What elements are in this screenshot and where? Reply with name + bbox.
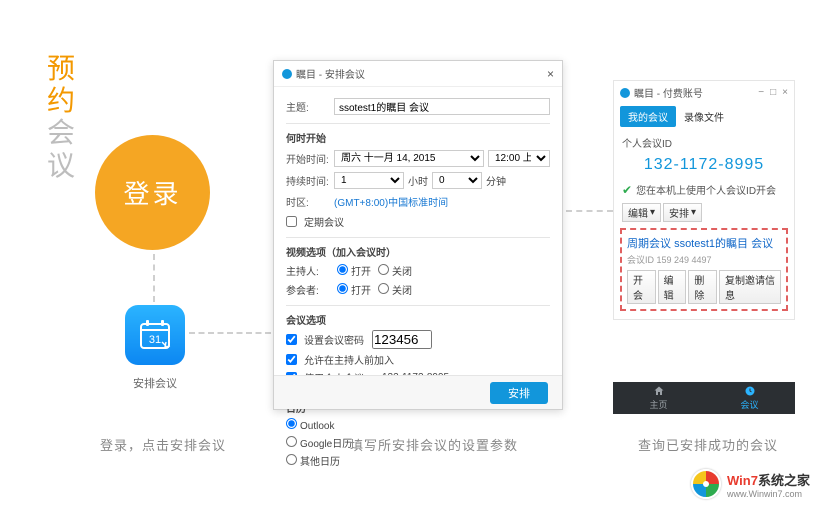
tab-recordings[interactable]: 录像文件 bbox=[676, 106, 732, 127]
caption-step2: 填写所安排会议的设置参数 bbox=[350, 435, 518, 454]
start-time-select[interactable]: 12:00 上午 bbox=[488, 150, 550, 167]
cal-other-radio[interactable]: 其他日历 bbox=[286, 453, 340, 468]
cal-google-radio[interactable]: Google日历 bbox=[286, 435, 352, 450]
app-icon bbox=[282, 69, 292, 79]
maximize-icon[interactable]: □ bbox=[770, 87, 776, 98]
minimize-icon[interactable]: − bbox=[758, 87, 764, 98]
meeting-id: 会议ID 159 249 4497 bbox=[627, 253, 781, 266]
allow-before-checkbox[interactable] bbox=[286, 354, 297, 365]
duration-label: 持续时间: bbox=[286, 173, 334, 188]
recurring-checkbox[interactable] bbox=[286, 216, 297, 227]
nav-meetings[interactable]: 会议 bbox=[704, 382, 795, 414]
windows-flag-icon bbox=[691, 469, 721, 499]
participant-label: 参会者: bbox=[286, 282, 334, 297]
bottom-nav: 主页 会议 bbox=[613, 382, 795, 414]
chevron-down-icon: ▾ bbox=[691, 207, 696, 218]
tab-my-meetings[interactable]: 我的会议 bbox=[620, 106, 676, 127]
participant-off-radio[interactable]: 关闭 bbox=[378, 282, 412, 297]
edit-button[interactable]: 编辑▾ bbox=[622, 203, 661, 222]
password-checkbox[interactable] bbox=[286, 334, 297, 345]
allow-before-label: 允许在主持人前加入 bbox=[304, 352, 394, 367]
caption-step1: 登录，点击安排会议 bbox=[100, 435, 226, 454]
host-off-radio[interactable]: 关闭 bbox=[378, 263, 412, 278]
schedule-button[interactable]: 安排▾ bbox=[663, 203, 702, 222]
delete-meeting-button[interactable]: 删除 bbox=[688, 270, 717, 304]
check-icon: ✔ bbox=[622, 183, 632, 197]
nav-home[interactable]: 主页 bbox=[613, 382, 704, 414]
timezone-link[interactable]: (GMT+8:00)中国标准时间 bbox=[334, 194, 448, 209]
edit-meeting-button[interactable]: 编辑 bbox=[658, 270, 687, 304]
start-date-select[interactable]: 周六 十一月 14, 2015 bbox=[334, 150, 484, 167]
close-icon[interactable]: × bbox=[782, 87, 788, 98]
duration-hours-select[interactable]: 1 bbox=[334, 172, 404, 189]
meetings-panel: 瞩目 - 付费账号 − □ × 我的会议 录像文件 个人会议ID 132-117… bbox=[613, 80, 795, 320]
connector-line bbox=[153, 254, 155, 302]
host-label: 主持人: bbox=[286, 263, 334, 278]
password-label: 设置会议密码 bbox=[304, 332, 364, 347]
chevron-down-icon: ▾ bbox=[650, 207, 655, 218]
schedule-dialog: 瞩目 - 安排会议 × 主题: 何时开始 开始时间: 周六 十一月 14, 20… bbox=[273, 60, 563, 410]
timezone-label: 时区: bbox=[286, 194, 334, 209]
home-icon bbox=[653, 385, 665, 397]
pid-value: 132-1172-8995 bbox=[614, 156, 794, 174]
dialog-title: 瞩目 - 安排会议 bbox=[296, 66, 365, 81]
note-text: 您在本机上使用个人会议ID开会 bbox=[636, 182, 776, 197]
close-icon[interactable]: × bbox=[547, 67, 554, 81]
options-header: 会议选项 bbox=[286, 305, 550, 327]
recurring-label: 定期会议 bbox=[304, 214, 344, 229]
video-header: 视频选项（加入会议时） bbox=[286, 237, 550, 259]
svg-text:31: 31 bbox=[149, 334, 161, 346]
host-on-radio[interactable]: 打开 bbox=[337, 263, 371, 278]
participant-on-radio[interactable]: 打开 bbox=[337, 282, 371, 297]
connector-line bbox=[566, 210, 613, 212]
start-label: 开始时间: bbox=[286, 151, 334, 166]
copy-invite-button[interactable]: 复制邀请信息 bbox=[719, 270, 781, 304]
topic-label: 主题: bbox=[286, 99, 334, 114]
pid-label: 个人会议ID bbox=[614, 127, 794, 152]
scheduled-meeting-card: 周期会议 ssotest1的瞩目 会议 会议ID 159 249 4497 开会… bbox=[620, 228, 788, 311]
dialog-titlebar: 瞩目 - 安排会议 × bbox=[274, 61, 562, 87]
caption-step3: 查询已安排成功的会议 bbox=[638, 435, 778, 454]
clock-icon bbox=[744, 385, 756, 397]
login-circle[interactable]: 登录 bbox=[95, 135, 210, 250]
start-meeting-button[interactable]: 开会 bbox=[627, 270, 656, 304]
page-heading: 预 约 会 议 bbox=[47, 53, 76, 182]
site-logo: Win7系统之家 www.Winwin7.com bbox=[691, 469, 810, 499]
connector-line bbox=[189, 332, 271, 334]
schedule-app-icon[interactable]: 31 安排会议 bbox=[125, 305, 185, 391]
password-input[interactable] bbox=[372, 330, 432, 349]
topic-input[interactable] bbox=[334, 98, 550, 115]
app-icon bbox=[620, 88, 630, 98]
duration-mins-select[interactable]: 0 bbox=[432, 172, 482, 189]
when-header: 何时开始 bbox=[286, 123, 550, 145]
schedule-button[interactable]: 安排 bbox=[490, 382, 548, 404]
cal-outlook-radio[interactable]: Outlook bbox=[286, 418, 334, 432]
meeting-title[interactable]: 周期会议 ssotest1的瞩目 会议 bbox=[627, 235, 781, 251]
calendar-icon: 31 bbox=[125, 305, 185, 365]
icon-label: 安排会议 bbox=[125, 375, 185, 391]
panel-title: 瞩目 - 付费账号 bbox=[634, 85, 703, 100]
